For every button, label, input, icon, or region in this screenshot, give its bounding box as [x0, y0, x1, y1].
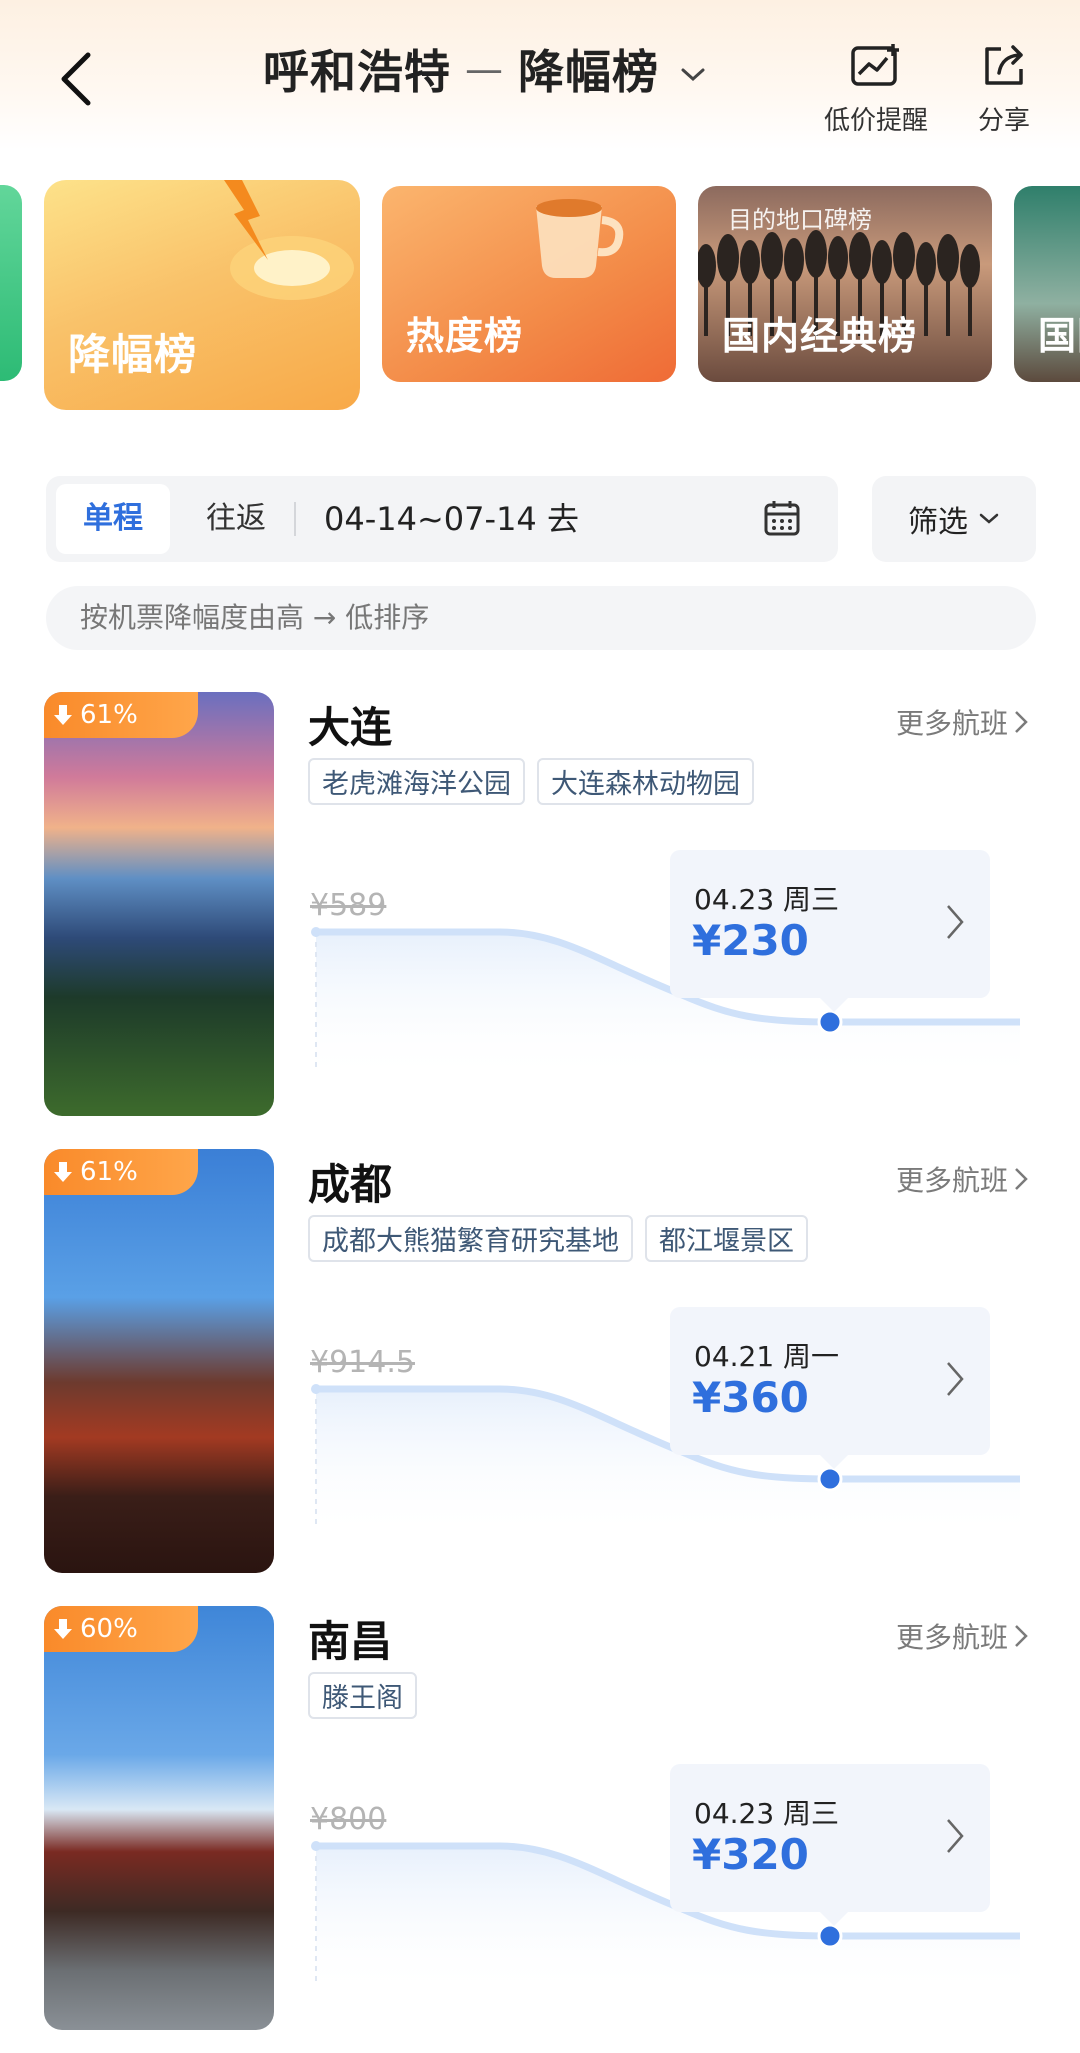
more-flights-label: 更多航班 — [895, 1621, 1008, 1654]
down-arrow-icon — [54, 1619, 72, 1639]
discount-value: 60% — [80, 1614, 138, 1644]
share-label: 分享 — [977, 106, 1030, 136]
filter-button[interactable]: 筛选 — [872, 476, 1036, 562]
chevron-right-icon — [1015, 711, 1028, 733]
category-label: 国际 — [1038, 314, 1080, 358]
trip-selector: 单程 往返 04-14~07-14 去 — [46, 476, 838, 562]
discount-badge: 61% — [44, 1149, 198, 1195]
lowest-price-box[interactable]: 04.23 周三 ¥230 — [670, 850, 990, 1012]
divider — [294, 502, 296, 536]
chevron-right-icon — [1015, 1625, 1028, 1647]
lowest-price: ¥320 — [692, 1830, 809, 1879]
more-flights-label: 更多航班 — [895, 707, 1008, 740]
chevron-down-icon — [979, 513, 999, 524]
sort-hint: 按机票降幅度由高 → 低排序 — [46, 586, 1036, 650]
more-flights-link[interactable]: 更多航班 — [896, 1159, 1030, 1199]
round-trip-tab[interactable]: 往返 — [186, 484, 286, 554]
category-carousel: 降幅榜 热度榜 目的地口碑榜 国内经典榜 国际 — [0, 160, 1080, 420]
discount-value: 61% — [80, 1157, 138, 1187]
date-range[interactable]: 04-14~07-14 去 — [324, 476, 579, 562]
price-pointer — [820, 1912, 848, 1926]
destination-photo: 61% — [44, 1149, 274, 1573]
category-card-partial[interactable] — [0, 185, 22, 381]
destination-photo: 61% — [44, 692, 274, 1116]
share-button[interactable]: 分享 — [944, 40, 1064, 137]
chevron-right-icon — [947, 1819, 964, 1853]
share-icon — [944, 40, 1064, 92]
filter-label: 筛选 — [908, 505, 968, 540]
flight-date: 04.23 周三 — [694, 883, 840, 916]
original-price: ¥914.5 — [310, 1345, 415, 1380]
discount-badge: 60% — [44, 1606, 198, 1652]
price-chart-icon — [816, 40, 936, 92]
lightning-arrow-icon — [224, 180, 354, 300]
more-flights-label: 更多航班 — [895, 1164, 1008, 1197]
attraction-tags: 滕王阁 — [308, 1672, 417, 1719]
more-flights-link[interactable]: 更多航班 — [896, 702, 1030, 742]
chevron-right-icon — [947, 1362, 964, 1396]
discount-badge: 61% — [44, 692, 198, 738]
attraction-tags: 成都大熊猫繁育研究基地 都江堰景区 — [308, 1215, 808, 1262]
chevron-right-icon — [947, 905, 964, 939]
origin-city: 呼和浩特 — [263, 45, 451, 99]
header: 呼和浩特 — 降幅榜 低价提醒 分享 — [0, 0, 1080, 140]
chevron-right-icon — [1015, 1168, 1028, 1190]
price-pointer — [820, 1455, 848, 1469]
attraction-tag: 都江堰景区 — [645, 1215, 808, 1262]
lowest-price-box[interactable]: 04.23 周三 ¥320 — [670, 1764, 990, 1926]
price-alert-label: 低价提醒 — [823, 106, 928, 136]
chevron-down-icon — [679, 42, 707, 96]
down-arrow-icon — [54, 705, 72, 725]
category-label: 国内经典榜 — [722, 314, 918, 358]
destination-photo: 60% — [44, 1606, 274, 2030]
destination-card[interactable]: 61% 成都 更多航班 成都大熊猫繁育研究基地 都江堰景区 ¥914.5 04.… — [0, 1149, 1080, 1579]
flight-date: 04.21 周一 — [694, 1340, 840, 1373]
attraction-tag: 老虎滩海洋公园 — [308, 758, 525, 805]
destination-card[interactable]: 60% 南昌 更多航班 滕王阁 ¥800 04.23 周三 ¥320 — [0, 1606, 1080, 2036]
category-card-drop[interactable]: 降幅榜 — [44, 180, 360, 410]
original-price: ¥589 — [310, 888, 387, 923]
calendar-icon[interactable] — [762, 498, 802, 542]
category-card-domestic[interactable]: 目的地口碑榜 国内经典榜 — [698, 186, 992, 382]
list-name: 降幅榜 — [518, 45, 659, 99]
flight-date: 04.23 周三 — [694, 1797, 840, 1830]
city-name: 南昌 — [308, 1617, 393, 1666]
attraction-tag: 大连森林动物园 — [537, 758, 754, 805]
attraction-tag: 滕王阁 — [308, 1672, 417, 1719]
city-name: 成都 — [308, 1160, 393, 1209]
lowest-price-box[interactable]: 04.21 周一 ¥360 — [670, 1307, 990, 1469]
attraction-tag: 成都大熊猫繁育研究基地 — [308, 1215, 633, 1262]
category-card-international[interactable]: 国际 — [1014, 186, 1080, 382]
lowest-price: ¥230 — [692, 916, 809, 965]
city-name: 大连 — [308, 703, 393, 752]
down-arrow-icon — [54, 1162, 72, 1182]
price-alert-button[interactable]: 低价提醒 — [816, 40, 936, 137]
attraction-tags: 老虎滩海洋公园 大连森林动物园 — [308, 758, 754, 805]
lowest-price: ¥360 — [692, 1373, 809, 1422]
destination-card[interactable]: 61% 大连 更多航班 老虎滩海洋公园 大连森林动物园 ¥589 04.23 周… — [0, 692, 1080, 1122]
more-flights-link[interactable]: 更多航班 — [896, 1616, 1030, 1656]
discount-value: 61% — [80, 700, 138, 730]
category-label: 热度榜 — [406, 314, 524, 358]
category-label: 降幅榜 — [68, 330, 198, 379]
coffee-cup-icon — [536, 199, 624, 278]
category-card-hot[interactable]: 热度榜 — [382, 186, 676, 382]
title-separator: — — [465, 47, 504, 91]
price-pointer — [820, 998, 848, 1012]
original-price: ¥800 — [310, 1802, 387, 1837]
one-way-tab[interactable]: 单程 — [56, 484, 170, 554]
